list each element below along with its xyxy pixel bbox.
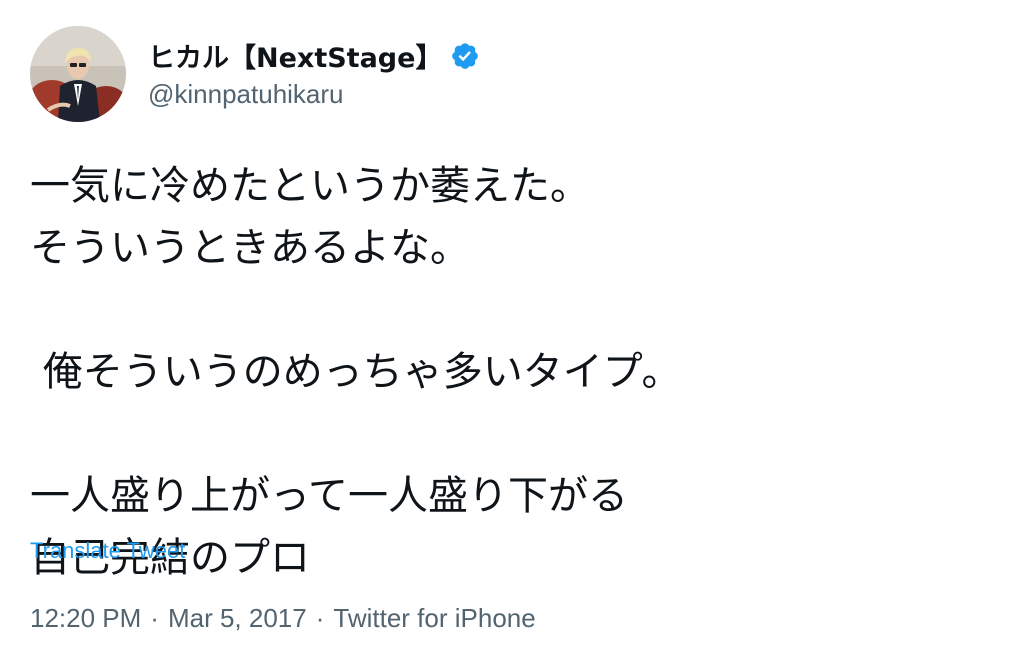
translate-tweet-link[interactable]: Translate Tweet <box>30 538 185 564</box>
avatar[interactable] <box>30 26 126 122</box>
name-row: ヒカル【NextStage】 <box>148 36 480 75</box>
tweet-text-line: 一人盛り上がって一人盛り下がる <box>30 473 628 519</box>
user-handle[interactable]: @kinnpatuhikaru <box>148 79 480 110</box>
tweet-metadata: 12:20 PM · Mar 5, 2017 · Twitter for iPh… <box>30 603 536 634</box>
tweet-text-line: 俺そういうのめっちゃ多いタイプ。 <box>30 349 682 395</box>
tweet-text: 一気に冷めたというか萎えた。 そういうときあるよな。 俺そういうのめっちゃ多いタ… <box>30 155 990 589</box>
tweet-card: ヒカル【NextStage】 @kinnpatuhikaru 一気に冷めたという… <box>0 0 1024 668</box>
tweet-text-line <box>30 403 990 465</box>
tweet-text-line: そういうときあるよな。 <box>30 225 470 271</box>
separator-dot: · <box>150 603 159 633</box>
tweet-date[interactable]: Mar 5, 2017 <box>168 603 307 634</box>
separator-dot: · <box>315 603 325 633</box>
avatar-image <box>30 26 126 122</box>
tweet-header: ヒカル【NextStage】 @kinnpatuhikaru <box>30 26 480 122</box>
tweet-text-line: 一気に冷めたというか萎えた。 <box>30 163 590 209</box>
verified-badge-icon <box>450 41 480 71</box>
tweet-text-line <box>30 279 990 341</box>
tweet-time[interactable]: 12:20 PM <box>30 603 141 634</box>
user-names: ヒカル【NextStage】 @kinnpatuhikaru <box>148 39 480 110</box>
tweet-source[interactable]: Twitter for iPhone <box>333 603 535 634</box>
display-name[interactable]: ヒカル【NextStage】 <box>148 36 442 75</box>
